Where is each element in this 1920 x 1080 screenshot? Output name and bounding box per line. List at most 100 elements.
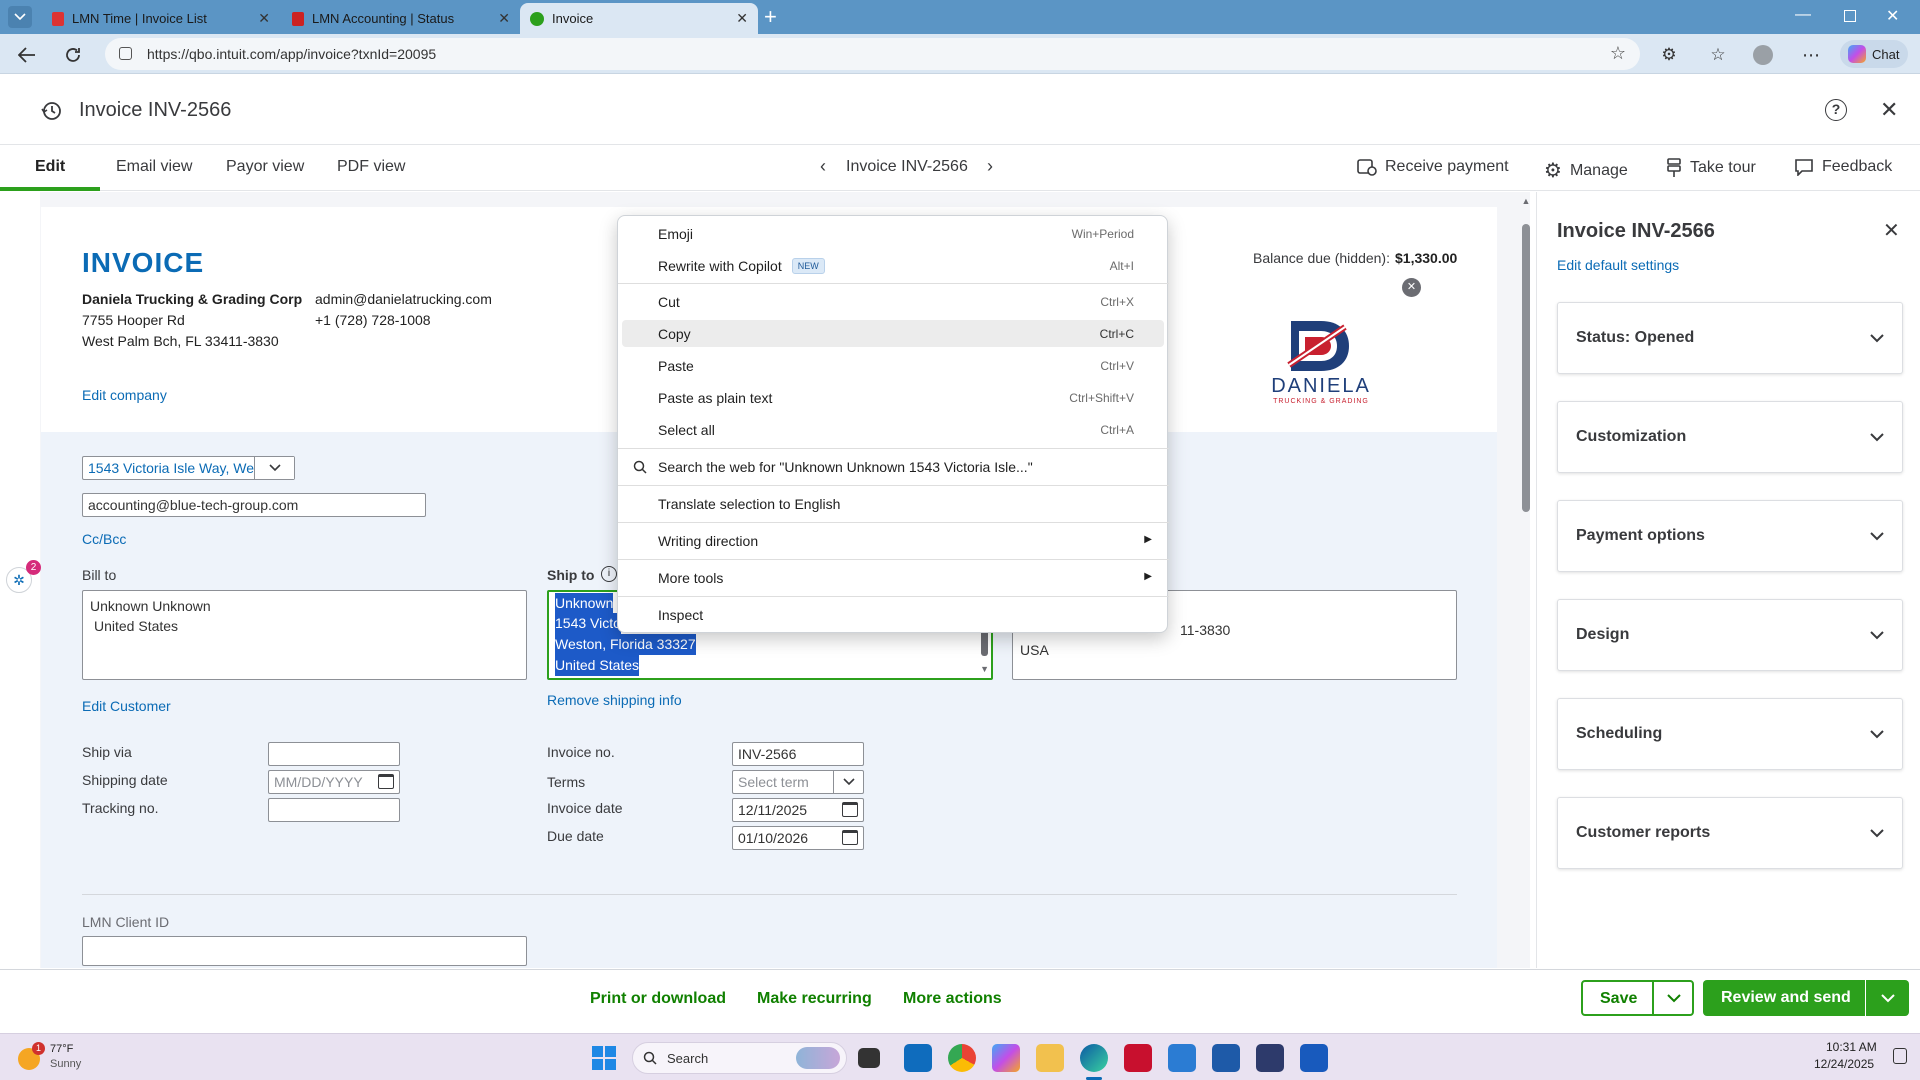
scroll-up-arrow-icon[interactable]: ▲ xyxy=(1520,196,1532,206)
accordion-customization[interactable]: Customization xyxy=(1557,401,1903,473)
menu-item-cut[interactable]: Cut Ctrl+X xyxy=(622,288,1164,315)
calendar-icon[interactable] xyxy=(842,830,858,845)
main-scrollbar[interactable]: ▲ xyxy=(1520,196,1532,966)
menu-item-inspect[interactable]: Inspect xyxy=(622,601,1164,628)
browser-tab-invoice[interactable]: Invoice ✕ xyxy=(520,3,758,34)
browser-tab-time[interactable]: LMN Time | Invoice List ✕ xyxy=(42,3,280,34)
clock-time[interactable]: 10:31 AM xyxy=(1826,1040,1877,1054)
browser-tab-accounting[interactable]: LMN Accounting | Status ✕ xyxy=(282,3,520,34)
back-button[interactable] xyxy=(16,44,38,66)
url-input[interactable]: https://qbo.intuit.com/app/invoice?txnId… xyxy=(105,38,1640,70)
accordion-scheduling[interactable]: Scheduling xyxy=(1557,698,1903,770)
favorites-icon[interactable]: ☆ xyxy=(1707,44,1729,66)
calendar-icon[interactable] xyxy=(842,802,858,817)
tab-pdf-view[interactable]: PDF view xyxy=(337,158,405,176)
print-download-button[interactable]: Print or download xyxy=(590,990,726,1008)
chrome-icon[interactable] xyxy=(948,1044,976,1072)
weather-widget[interactable]: 1 77°F Sunny xyxy=(18,1042,128,1074)
site-info-icon[interactable] xyxy=(119,47,132,60)
close-icon[interactable]: ✕ xyxy=(498,10,510,27)
close-invoice-icon[interactable]: ✕ xyxy=(1880,97,1898,123)
copilot-chat-button[interactable]: Chat xyxy=(1840,40,1908,68)
invoice-date-input[interactable]: 12/11/2025 xyxy=(732,798,864,822)
quickbooks-app-icon[interactable] xyxy=(1256,1044,1284,1072)
menu-item-copy[interactable]: Copy Ctrl+C xyxy=(622,320,1164,347)
make-recurring-button[interactable]: Make recurring xyxy=(757,990,872,1008)
remove-logo-icon[interactable]: ✕ xyxy=(1402,278,1421,297)
tracking-input[interactable] xyxy=(268,798,400,822)
reload-button[interactable] xyxy=(62,44,84,66)
due-date-input[interactable]: 01/10/2026 xyxy=(732,826,864,850)
taskbar-search[interactable]: Search xyxy=(632,1042,847,1074)
remote-desktop-icon[interactable] xyxy=(1212,1044,1240,1072)
start-button[interactable] xyxy=(592,1046,616,1070)
edit-default-settings-link[interactable]: Edit default settings xyxy=(1557,257,1679,273)
profile-avatar[interactable] xyxy=(1752,44,1774,66)
notifications-icon[interactable] xyxy=(1893,1048,1907,1064)
close-panel-icon[interactable]: ✕ xyxy=(1883,218,1900,243)
file-explorer-icon[interactable] xyxy=(1036,1044,1064,1072)
ship-via-input[interactable] xyxy=(268,742,400,766)
menu-item-paste-plain[interactable]: Paste as plain text Ctrl+Shift+V xyxy=(622,384,1164,411)
menu-item-more-tools[interactable]: More tools ▶ xyxy=(622,564,1164,591)
tab-email-view[interactable]: Email view xyxy=(116,158,192,176)
accordion-design[interactable]: Design xyxy=(1557,599,1903,671)
close-icon[interactable]: ✕ xyxy=(736,10,748,27)
bill-to-textarea[interactable]: Unknown Unknown United States xyxy=(82,590,527,680)
menu-item-emoji[interactable]: Emoji Win+Period xyxy=(622,220,1164,247)
scroll-down-arrow-icon[interactable]: ▼ xyxy=(980,664,989,674)
tab-edit[interactable]: Edit xyxy=(35,158,65,176)
menu-item-rewrite-copilot[interactable]: Rewrite with Copilot NEW Alt+I xyxy=(622,252,1164,279)
close-icon[interactable]: ✕ xyxy=(258,10,270,27)
info-icon[interactable]: i xyxy=(601,566,617,582)
cc-bcc-link[interactable]: Cc/Bcc xyxy=(82,531,126,547)
accordion-payment-options[interactable]: Payment options xyxy=(1557,500,1903,572)
scrollbar-thumb[interactable] xyxy=(1522,224,1530,512)
take-tour-button[interactable]: Take tour xyxy=(1666,158,1756,178)
menu-item-writing-direction[interactable]: Writing direction ▶ xyxy=(622,527,1164,554)
review-send-options-button[interactable] xyxy=(1865,980,1909,1016)
save-button[interactable]: Save xyxy=(1581,980,1694,1016)
terms-select[interactable]: Select term xyxy=(732,770,864,794)
history-icon[interactable] xyxy=(40,100,62,122)
close-window-button[interactable]: ✕ xyxy=(1886,6,1899,26)
prev-invoice-icon[interactable]: ‹ xyxy=(820,156,826,177)
tab-payor-view[interactable]: Payor view xyxy=(226,158,304,176)
mcafee-icon[interactable] xyxy=(1124,1044,1152,1072)
new-tab-button[interactable]: + xyxy=(764,4,777,30)
shipping-date-input[interactable]: MM/DD/YYYY xyxy=(268,770,400,794)
edge-icon[interactable] xyxy=(1080,1044,1108,1072)
more-actions-button[interactable]: More actions xyxy=(903,990,1002,1008)
invoice-no-input[interactable]: INV-2566 xyxy=(732,742,864,766)
task-view-icon[interactable] xyxy=(858,1048,880,1068)
review-send-button[interactable]: Review and send xyxy=(1703,980,1909,1016)
remove-shipping-link[interactable]: Remove shipping info xyxy=(547,692,682,708)
manage-button[interactable]: ⚙ Manage xyxy=(1544,158,1628,183)
edit-customer-link[interactable]: Edit Customer xyxy=(82,698,171,714)
menu-item-paste[interactable]: Paste Ctrl+V xyxy=(622,352,1164,379)
outlook-icon[interactable] xyxy=(904,1044,932,1072)
copilot-app-icon[interactable] xyxy=(992,1044,1020,1072)
menu-item-search-web[interactable]: Search the web for "Unknown Unknown 1543… xyxy=(622,453,1164,480)
clock-date[interactable]: 12/24/2025 xyxy=(1814,1057,1874,1071)
todo-icon[interactable] xyxy=(1168,1044,1196,1072)
customer-dropdown-button[interactable] xyxy=(254,457,294,479)
next-invoice-icon[interactable]: › xyxy=(987,156,993,177)
word-icon[interactable] xyxy=(1300,1044,1328,1072)
extensions-icon[interactable]: ⚙ xyxy=(1658,44,1680,66)
favorite-star-icon[interactable]: ☆ xyxy=(1610,43,1626,64)
minimize-button[interactable]: — xyxy=(1795,6,1811,24)
calendar-icon[interactable] xyxy=(378,774,394,789)
menu-item-translate[interactable]: Translate selection to English xyxy=(622,490,1164,517)
feedback-button[interactable]: Feedback xyxy=(1794,158,1892,176)
customer-email-input[interactable]: accounting@blue-tech-group.com xyxy=(82,493,426,517)
restore-button[interactable] xyxy=(1844,10,1856,22)
tab-actions-button[interactable] xyxy=(8,6,32,28)
receive-payment-button[interactable]: Receive payment xyxy=(1357,158,1509,176)
help-icon[interactable]: ? xyxy=(1825,99,1847,121)
accordion-customer-reports[interactable]: Customer reports xyxy=(1557,797,1903,869)
more-options-icon[interactable]: ⋯ xyxy=(1800,44,1822,66)
edit-company-link[interactable]: Edit company xyxy=(82,387,167,403)
save-options-button[interactable] xyxy=(1652,982,1694,1014)
accordion-status[interactable]: Status: Opened xyxy=(1557,302,1903,374)
